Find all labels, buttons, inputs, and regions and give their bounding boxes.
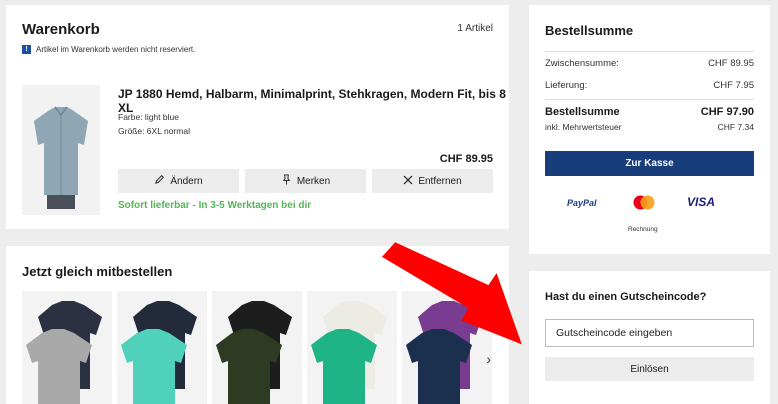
chevron-right-icon[interactable]: ›	[486, 351, 491, 367]
voucher-panel: Hast du einen Gutscheincode? Gutscheinco…	[529, 271, 770, 404]
pencil-icon	[154, 174, 165, 188]
product-price: CHF 89.95	[439, 153, 493, 165]
reservation-notice: ! Artikel im Warenkorb werden nicht rese…	[22, 45, 195, 54]
divider	[545, 99, 754, 100]
delivery-row: Lieferung: CHF 7.95	[545, 80, 754, 91]
redeem-button[interactable]: Einlösen	[545, 357, 754, 381]
vat-label: inkl. Mehrwertsteuer	[545, 122, 622, 132]
recommendation-tile-navy-turquoise-tshirt-2pack[interactable]	[117, 291, 207, 404]
delivery-label: Lieferung:	[545, 80, 588, 91]
product-image[interactable]	[22, 85, 100, 215]
remove-button[interactable]: Entfernen	[372, 169, 493, 193]
delivery-value: CHF 7.95	[713, 80, 754, 91]
recommendations-panel: Jetzt gleich mitbestellen ›	[6, 246, 509, 404]
remove-label: Entfernen	[418, 175, 462, 187]
vat-value: CHF 7.34	[717, 122, 754, 132]
visa-logo: VISA	[687, 195, 716, 209]
close-icon	[403, 175, 413, 188]
total-row: Bestellsumme CHF 97.90	[545, 106, 754, 118]
vat-row: inkl. Mehrwertsteuer CHF 7.34	[545, 122, 754, 132]
cart-item-count: 1 Artikel	[457, 23, 493, 34]
total-value: CHF 97.90	[700, 106, 754, 118]
invoice-label: Rechnung	[628, 226, 658, 233]
order-summary-panel: Bestellsumme Zwischensumme: CHF 89.95 Li…	[529, 5, 770, 254]
cart-title: Warenkorb	[22, 21, 100, 38]
recommendation-tile-navy-grey-polo-2pack[interactable]	[22, 291, 112, 404]
subtotal-value: CHF 89.95	[708, 58, 754, 69]
product-color: Farbe: light blue	[118, 112, 179, 122]
subtotal-label: Zwischensumme:	[545, 58, 619, 69]
voucher-input[interactable]: Gutscheincode eingeben	[545, 319, 754, 347]
divider	[545, 51, 754, 52]
subtotal-row: Zwischensumme: CHF 89.95	[545, 58, 754, 69]
mastercard-logo	[632, 195, 656, 212]
pin-icon	[281, 174, 292, 188]
availability-text: Sofort lieferbar - In 3-5 Werktagen bei …	[118, 200, 312, 211]
recommendation-tile-purple-navy-polo-2pack[interactable]	[402, 291, 492, 404]
recommendations-title: Jetzt gleich mitbestellen	[22, 264, 173, 279]
remember-button[interactable]: Merken	[245, 169, 366, 193]
cart-panel: Warenkorb 1 Artikel ! Artikel im Warenko…	[6, 5, 509, 229]
product-size: Größe: 6XL normal	[118, 126, 190, 136]
voucher-title: Hast du einen Gutscheincode?	[545, 291, 707, 303]
total-label: Bestellsumme	[545, 106, 620, 118]
paypal-logo: PayPal	[567, 198, 597, 208]
info-icon: !	[22, 45, 31, 54]
remember-label: Merken	[296, 175, 331, 187]
recommendation-tile-black-olive-polo-2pack[interactable]	[212, 291, 302, 404]
reservation-notice-text: Artikel im Warenkorb werden nicht reserv…	[36, 45, 196, 54]
edit-button[interactable]: Ändern	[118, 169, 239, 193]
summary-title: Bestellsumme	[545, 23, 634, 38]
edit-label: Ändern	[170, 175, 203, 187]
checkout-button[interactable]: Zur Kasse	[545, 151, 754, 176]
product-name[interactable]: JP 1880 Hemd, Halbarm, Minimalprint, Ste…	[118, 87, 509, 115]
recommendation-tile-white-green-polo-2pack[interactable]	[307, 291, 397, 404]
